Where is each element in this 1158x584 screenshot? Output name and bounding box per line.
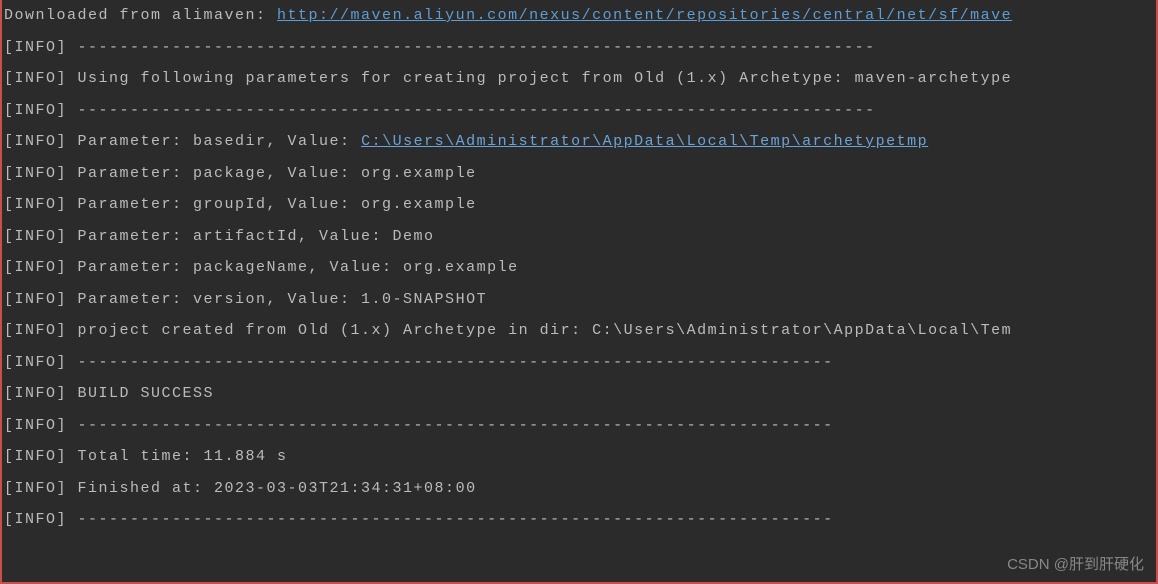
- terminal-line: [INFO] ---------------------------------…: [4, 95, 1154, 127]
- terminal-line: [INFO] Parameter: basedir, Value: C:\Use…: [4, 126, 1154, 158]
- terminal-line: [INFO] ---------------------------------…: [4, 32, 1154, 64]
- terminal-line: [INFO] Parameter: packageName, Value: or…: [4, 252, 1154, 284]
- terminal-line: [INFO] Total time: 11.884 s: [4, 441, 1154, 473]
- file-path-link[interactable]: http://maven.aliyun.com/nexus/content/re…: [277, 7, 1012, 24]
- line-prefix: [INFO] Parameter: basedir, Value:: [4, 133, 361, 150]
- terminal-line: [INFO] project created from Old (1.x) Ar…: [4, 315, 1154, 347]
- terminal-line: [INFO] ---------------------------------…: [4, 410, 1154, 442]
- terminal-output: Downloaded from alimaven: http://maven.a…: [2, 0, 1156, 536]
- terminal-line: [INFO] Parameter: groupId, Value: org.ex…: [4, 189, 1154, 221]
- file-path-link[interactable]: C:\Users\Administrator\AppData\Local\Tem…: [361, 133, 928, 150]
- terminal-line: Downloaded from alimaven: http://maven.a…: [4, 0, 1154, 32]
- terminal-line: [INFO] BUILD SUCCESS: [4, 378, 1154, 410]
- terminal-line: [INFO] ---------------------------------…: [4, 504, 1154, 536]
- watermark: CSDN @肝到肝硬化: [1007, 553, 1144, 574]
- terminal-line: [INFO] Finished at: 2023-03-03T21:34:31+…: [4, 473, 1154, 505]
- line-prefix: Downloaded from alimaven:: [4, 7, 277, 24]
- terminal-line: [INFO] ---------------------------------…: [4, 347, 1154, 379]
- terminal-line: [INFO] Parameter: package, Value: org.ex…: [4, 158, 1154, 190]
- terminal-line: [INFO] Parameter: version, Value: 1.0-SN…: [4, 284, 1154, 316]
- terminal-line: [INFO] Parameter: artifactId, Value: Dem…: [4, 221, 1154, 253]
- terminal-line: [INFO] Using following parameters for cr…: [4, 63, 1154, 95]
